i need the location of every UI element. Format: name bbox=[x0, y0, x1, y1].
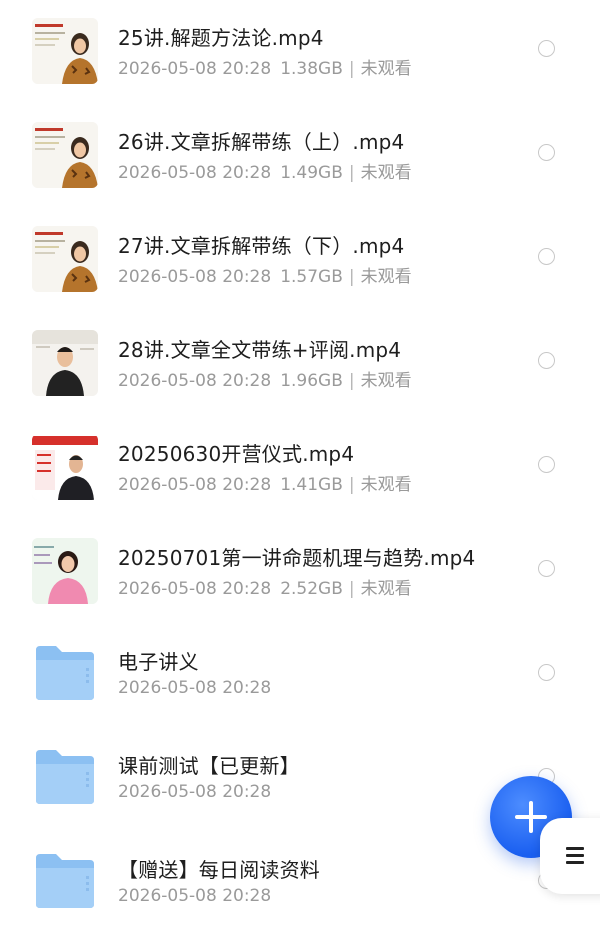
meta-separator: | bbox=[348, 163, 355, 183]
file-meta: 2026-05-08 20:28 1.38GB | 未观看 bbox=[118, 54, 412, 79]
file-meta: 2026-05-08 20:28 1.57GB | 未观看 bbox=[118, 262, 412, 287]
select-radio[interactable] bbox=[538, 248, 555, 265]
folder-row[interactable]: 电子讲义 2026-05-08 20:28 bbox=[0, 622, 600, 726]
folder-icon bbox=[34, 748, 96, 806]
file-name: 电子讲义 bbox=[118, 650, 199, 674]
file-date: 2026-05-08 20:28 bbox=[118, 371, 272, 391]
file-size: 1.41GB bbox=[280, 475, 343, 495]
video-row[interactable]: 27讲.文章拆解带练（下）.mp4 2026-05-08 20:28 1.57GB |… bbox=[0, 206, 600, 310]
watch-status: 未观看 bbox=[360, 371, 412, 391]
file-name: 20250701第一讲命题机理与趋势.mp4 bbox=[118, 546, 476, 570]
select-radio[interactable] bbox=[538, 664, 555, 681]
file-name: 28讲.文章全文带练+评阅.mp4 bbox=[118, 338, 402, 362]
file-meta: 2026-05-08 20:28 1.49GB | 未观看 bbox=[118, 158, 412, 183]
video-thumbnail bbox=[32, 330, 98, 396]
file-meta: 2026-05-08 20:28 bbox=[118, 678, 271, 698]
file-meta: 2026-05-08 20:28 bbox=[118, 886, 271, 906]
file-name: 25讲.解题方法论.mp4 bbox=[118, 26, 324, 50]
watch-status: 未观看 bbox=[360, 579, 412, 599]
file-date: 2026-05-08 20:28 bbox=[118, 59, 272, 79]
select-radio[interactable] bbox=[538, 352, 555, 369]
select-radio[interactable] bbox=[538, 560, 555, 577]
video-row[interactable]: 20250701第一讲命题机理与趋势.mp4 2026-05-08 20:28 2.… bbox=[0, 518, 600, 622]
file-size: 1.96GB bbox=[280, 371, 343, 391]
video-thumbnail bbox=[32, 538, 98, 604]
file-date: 2026-05-08 20:28 bbox=[118, 678, 272, 698]
meta-separator: | bbox=[348, 59, 355, 79]
file-date: 2026-05-08 20:28 bbox=[118, 475, 272, 495]
video-thumbnail bbox=[32, 122, 98, 188]
file-meta: 2026-05-08 20:28 bbox=[118, 782, 271, 802]
video-thumbnail bbox=[32, 434, 98, 500]
file-name: 课前测试【已更新】 bbox=[118, 754, 300, 778]
file-name: 20250630开营仪式.mp4 bbox=[118, 442, 355, 466]
meta-separator: | bbox=[348, 371, 355, 391]
meta-separator: | bbox=[348, 267, 355, 287]
file-size: 2.52GB bbox=[280, 579, 343, 599]
file-size: 1.49GB bbox=[280, 163, 343, 183]
file-name: 【赠送】每日阅读资料 bbox=[118, 858, 320, 882]
file-date: 2026-05-08 20:28 bbox=[118, 782, 272, 802]
meta-separator: | bbox=[348, 579, 355, 599]
video-thumbnail bbox=[32, 18, 98, 84]
video-row[interactable]: 28讲.文章全文带练+评阅.mp4 2026-05-08 20:28 1.96GB |… bbox=[0, 310, 600, 414]
file-name: 26讲.文章拆解带练（上）.mp4 bbox=[118, 130, 405, 154]
watch-status: 未观看 bbox=[360, 59, 412, 79]
menu-button[interactable] bbox=[540, 818, 600, 894]
select-radio[interactable] bbox=[538, 456, 555, 473]
menu-icon-bar bbox=[566, 861, 584, 864]
file-date: 2026-05-08 20:28 bbox=[118, 886, 272, 906]
file-meta: 2026-05-08 20:28 2.52GB | 未观看 bbox=[118, 574, 412, 599]
select-radio[interactable] bbox=[538, 144, 555, 161]
file-date: 2026-05-08 20:28 bbox=[118, 267, 272, 287]
file-size: 1.57GB bbox=[280, 267, 343, 287]
file-meta: 2026-05-08 20:28 1.96GB | 未观看 bbox=[118, 366, 412, 391]
file-name: 27讲.文章拆解带练（下）.mp4 bbox=[118, 234, 405, 258]
file-size: 1.38GB bbox=[280, 59, 343, 79]
menu-icon-bar bbox=[566, 854, 584, 857]
file-date: 2026-05-08 20:28 bbox=[118, 163, 272, 183]
watch-status: 未观看 bbox=[360, 163, 412, 183]
folder-icon bbox=[34, 644, 96, 702]
video-row[interactable]: 26讲.文章拆解带练（上）.mp4 2026-05-08 20:28 1.49GB |… bbox=[0, 102, 600, 206]
watch-status: 未观看 bbox=[360, 267, 412, 287]
meta-separator: | bbox=[348, 475, 355, 495]
select-radio[interactable] bbox=[538, 40, 555, 57]
file-date: 2026-05-08 20:28 bbox=[118, 579, 272, 599]
folder-icon bbox=[34, 852, 96, 910]
video-row[interactable]: 25讲.解题方法论.mp4 2026-05-08 20:28 1.38GB | 未观看 bbox=[0, 0, 600, 102]
file-meta: 2026-05-08 20:28 1.41GB | 未观看 bbox=[118, 470, 412, 495]
watch-status: 未观看 bbox=[360, 475, 412, 495]
menu-icon-bar bbox=[566, 847, 584, 850]
video-row[interactable]: 20250630开营仪式.mp4 2026-05-08 20:28 1.41GB | 未… bbox=[0, 414, 600, 518]
video-thumbnail bbox=[32, 226, 98, 292]
